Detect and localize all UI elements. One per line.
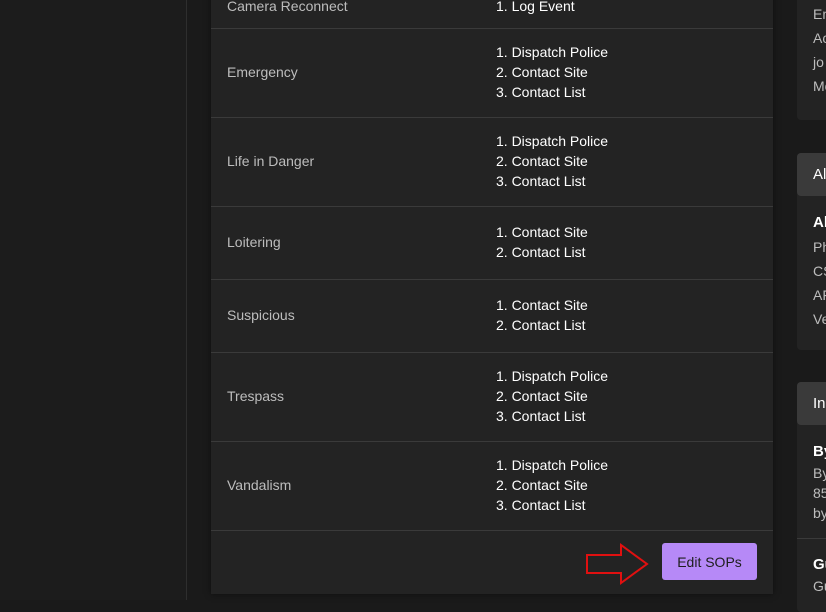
sop-step: 1. Dispatch Police: [496, 44, 609, 60]
sop-footer: Edit SOPs: [211, 531, 773, 594]
sop-step: 1. Dispatch Police: [496, 457, 609, 473]
table-row: Suspicious 1. Contact Site 2. Contact Li…: [211, 279, 773, 353]
sop-step: 1. Contact Site: [496, 224, 588, 240]
sop-step: 1. Log Event: [496, 0, 575, 14]
card-text: 85: [813, 485, 826, 501]
sop-steps: 1. Dispatch Police 2. Contact Site 3. Co…: [496, 42, 608, 102]
sop-event-label: Suspicious: [227, 307, 295, 323]
card-text: Gu: [813, 578, 826, 594]
sop-step: 3. Contact List: [496, 408, 586, 424]
sop-event-label: Emergency: [227, 64, 298, 80]
card-text: AF: [813, 287, 826, 303]
card-text: Em: [813, 6, 826, 22]
sop-step: 2. Contact Site: [496, 153, 588, 169]
sop-event-label: Life in Danger: [227, 153, 315, 169]
card-text: By: [813, 465, 826, 481]
card-title: By: [813, 443, 826, 460]
sop-event-label: Camera Reconnect: [227, 0, 348, 14]
red-arrow-icon: [586, 543, 649, 585]
sop-steps: 1. Contact Site 2. Contact List: [496, 222, 588, 262]
sop-step: 1. Dispatch Police: [496, 133, 609, 149]
site-info-card: Al Al Ph CS AF Ve: [797, 153, 826, 350]
edit-sops-button[interactable]: Edit SOPs: [662, 543, 757, 580]
card-title: Al: [813, 214, 826, 231]
card-header-title: Al: [813, 166, 826, 183]
sop-steps: 1. Dispatch Police 2. Contact Site 3. Co…: [496, 131, 608, 191]
sop-step: 2. Contact List: [496, 244, 586, 260]
sop-steps: 1. Contact Site 2. Contact List: [496, 295, 588, 335]
card-text: CS: [813, 263, 826, 279]
left-sidebar: [0, 0, 187, 600]
card-text: Mo: [813, 78, 826, 94]
sop-steps: 1. Dispatch Police 2. Contact Site 3. Co…: [496, 455, 608, 515]
card-text: by: [813, 505, 826, 521]
sop-panel: Camera Reconnect 1. Log Event Emergency …: [211, 0, 773, 594]
card-header: Al: [797, 153, 826, 196]
card-header-title: In: [813, 395, 826, 412]
sop-event-label: Vandalism: [227, 477, 292, 493]
sop-step: 2. Contact Site: [496, 388, 588, 404]
card-text: Ve: [813, 311, 826, 327]
card-text: jo: [813, 54, 824, 70]
card-text: Ph: [813, 239, 826, 255]
table-row: Trespass 1. Dispatch Police 2. Contact S…: [211, 352, 773, 442]
card-text: Ac: [813, 30, 826, 46]
sop-step: 3. Contact List: [496, 173, 586, 189]
sop-step: 3. Contact List: [496, 84, 586, 100]
card-title: Gu: [813, 556, 826, 573]
table-row: Camera Reconnect 1. Log Event: [211, 0, 773, 29]
sop-step: 2. Contact Site: [496, 64, 588, 80]
card-divider: [797, 538, 826, 539]
table-row: Life in Danger 1. Dispatch Police 2. Con…: [211, 117, 773, 207]
sop-steps: 1. Dispatch Police 2. Contact Site 3. Co…: [496, 366, 608, 426]
sop-step: 3. Contact List: [496, 497, 586, 513]
sop-event-label: Loitering: [227, 234, 281, 250]
table-row: Vandalism 1. Dispatch Police 2. Contact …: [211, 441, 773, 531]
info-card: In By By 85 by Gu Gu: [797, 382, 826, 612]
sop-event-label: Trespass: [227, 388, 285, 404]
sop-step: 2. Contact List: [496, 317, 586, 333]
table-row: Emergency 1. Dispatch Police 2. Contact …: [211, 28, 773, 118]
sop-steps: 1. Log Event: [496, 0, 575, 16]
sop-step: 2. Contact Site: [496, 477, 588, 493]
card-header: In: [797, 382, 826, 425]
sop-step: 1. Dispatch Police: [496, 368, 609, 384]
sop-step: 1. Contact Site: [496, 297, 588, 313]
contact-card: Em Ac jo Mo: [797, 0, 826, 120]
table-row: Loitering 1. Contact Site 2. Contact Lis…: [211, 206, 773, 280]
